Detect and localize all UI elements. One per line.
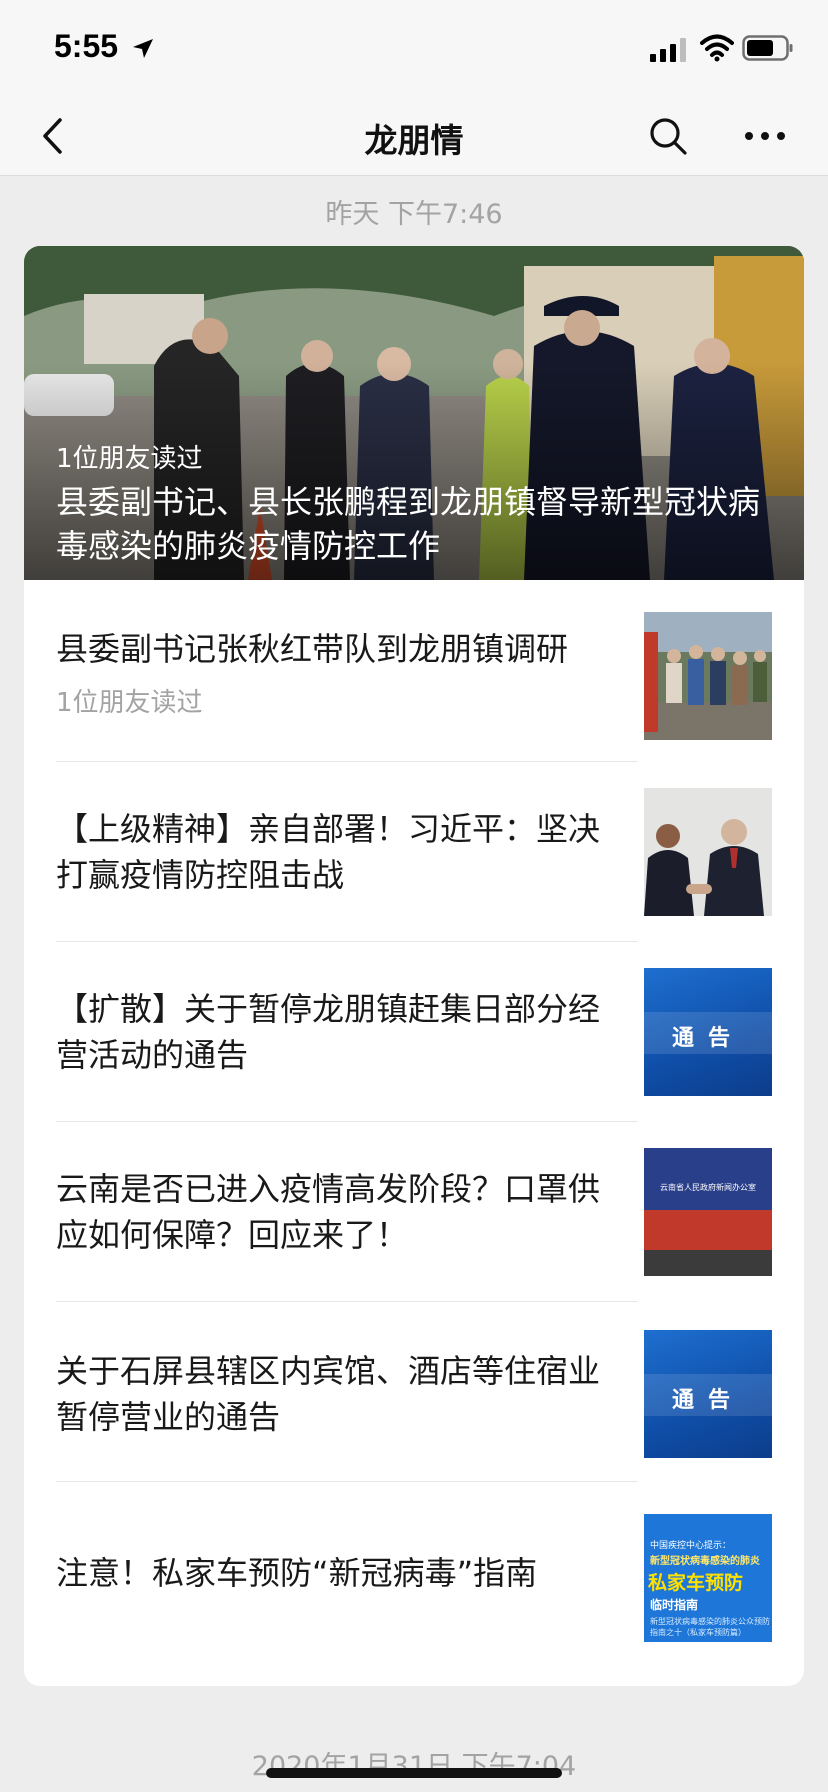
home-indicator[interactable] bbox=[266, 1768, 562, 1778]
article-title: 云南是否已进入疫情高发阶段？口罩供应如何保障？回应来了！ bbox=[56, 1170, 601, 1254]
article-thumbnail bbox=[644, 612, 772, 740]
list-item[interactable]: 云南是否已进入疫情高发阶段？口罩供应如何保障？回应来了！ 云南省人民政府新闻办公… bbox=[24, 1122, 804, 1302]
list-item[interactable]: 关于石屏县辖区内宾馆、酒店等住宿业暂停营业的通告 通告 bbox=[24, 1302, 804, 1482]
article-card: 1位朋友读过 县委副书记、县长张鹏程到龙朋镇督导新型冠状病毒感染的肺炎疫情防控工… bbox=[24, 246, 804, 1686]
article-thumbnail: 云南省人民政府新闻办公室 bbox=[644, 1148, 772, 1276]
thumbnail-text: 私家车预防 bbox=[648, 1572, 744, 1594]
thumbnail-text: 临时指南 bbox=[650, 1598, 699, 1612]
thumbnail-text: 通告 bbox=[671, 1026, 744, 1051]
article-thumbnail: 中国疾控中心提示： 新型冠状病毒感染的肺炎 私家车预防 临时指南 新型冠状病毒感… bbox=[644, 1514, 772, 1642]
hero-article[interactable]: 1位朋友读过 县委副书记、县长张鹏程到龙朋镇督导新型冠状病毒感染的肺炎疫情防控工… bbox=[24, 246, 804, 580]
message-timestamp: 昨天 下午7:46 bbox=[325, 199, 503, 230]
search-icon[interactable] bbox=[646, 114, 690, 158]
list-item[interactable]: 注意！私家车预防“新冠病毒”指南 中国疾控中心提示： 新型冠状病毒感染的肺炎 私… bbox=[24, 1482, 804, 1686]
article-thumbnail: 通告 bbox=[644, 1330, 772, 1458]
hero-title: 县委副书记、县长张鹏程到龙朋镇督导新型冠状病毒感染的肺炎疫情防控工作 bbox=[56, 483, 761, 565]
thumbnail-text: 中国疾控中心提示： bbox=[650, 1541, 732, 1551]
article-title: 【上级精神】亲自部署！习近平：坚决打赢疫情防控阻击战 bbox=[56, 810, 601, 894]
location-arrow-icon bbox=[133, 39, 153, 58]
cellular-signal-icon bbox=[650, 38, 686, 62]
wifi-icon bbox=[700, 34, 734, 62]
thumbnail-text: 新型冠状病毒感染的肺炎 bbox=[650, 1556, 760, 1567]
article-title: 注意！私家车预防“新冠病毒”指南 bbox=[56, 1554, 538, 1592]
thumbnail-text: 云南省人民政府新闻办公室 bbox=[660, 1183, 756, 1192]
hero-readers-count: 1位朋友读过 bbox=[56, 444, 203, 474]
thumbnail-podium bbox=[644, 1210, 772, 1250]
battery-icon bbox=[742, 35, 793, 61]
nav-bar: 龙朋情 bbox=[0, 100, 828, 176]
thumbnail-text: 通告 bbox=[671, 1388, 744, 1413]
article-thumbnail: 通告 bbox=[644, 968, 772, 1096]
list-item[interactable]: 【扩散】关于暂停龙朋镇赶集日部分经营活动的通告 通告 bbox=[24, 942, 804, 1122]
status-bar: 5:55 bbox=[0, 0, 828, 100]
list-item[interactable]: 县委副书记张秋红带队到龙朋镇调研 1位朋友读过 bbox=[24, 580, 804, 762]
thumbnail-audience bbox=[644, 1250, 772, 1276]
article-title: 关于石屏县辖区内宾馆、酒店等住宿业暂停营业的通告 bbox=[56, 1352, 601, 1436]
article-title: 县委副书记张秋红带队到龙朋镇调研 bbox=[56, 630, 569, 668]
list-item[interactable]: 【上级精神】亲自部署！习近平：坚决打赢疫情防控阻击战 bbox=[24, 762, 804, 942]
article-readers-count: 1位朋友读过 bbox=[56, 688, 203, 718]
article-thumbnail bbox=[644, 788, 772, 916]
more-options-icon[interactable] bbox=[742, 122, 788, 150]
status-time: 5:55 bbox=[54, 28, 119, 64]
page-title: 龙朋情 bbox=[364, 121, 464, 160]
article-title: 【扩散】关于暂停龙朋镇赶集日部分经营活动的通告 bbox=[56, 990, 601, 1074]
thumbnail-text: 新型冠状病毒感染的肺炎公众预防指南之十（私家车预防篇） bbox=[650, 1617, 770, 1637]
